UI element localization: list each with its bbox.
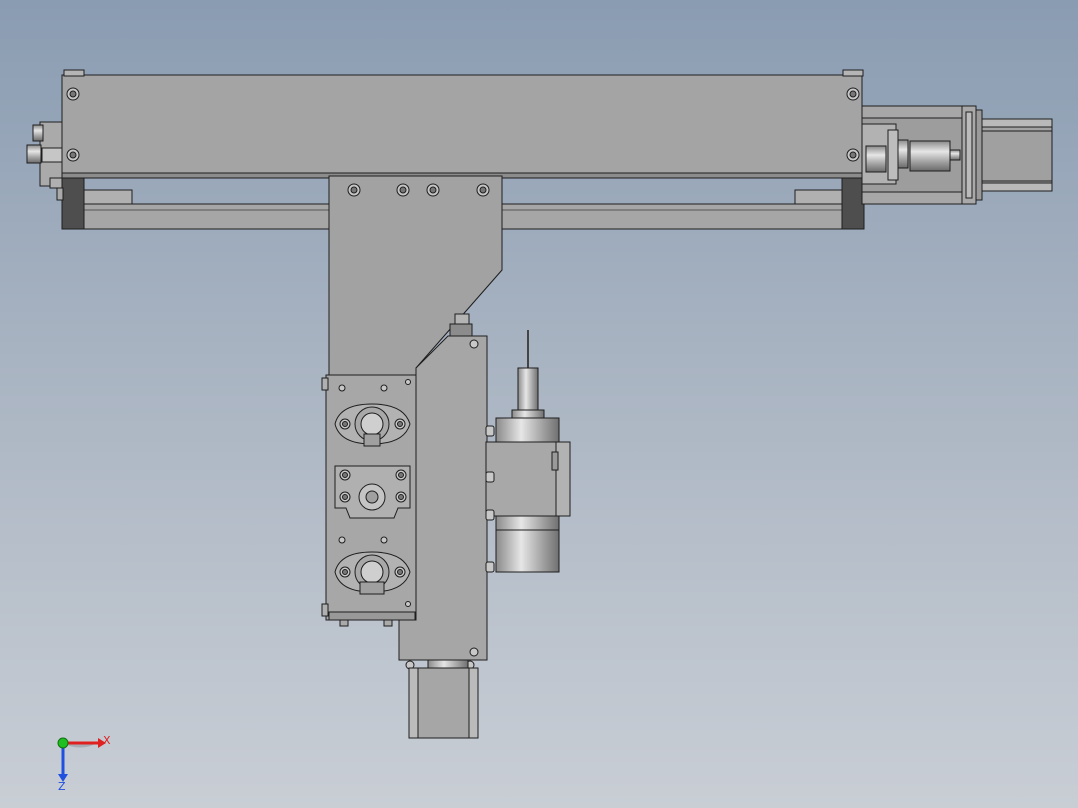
spindle-head <box>485 330 571 573</box>
x-axis-motor-assembly <box>861 105 1053 205</box>
servo-motor-z <box>408 667 479 739</box>
beam-flange-left <box>63 69 85 77</box>
shaft-coupling <box>909 140 951 172</box>
left-end-bearing-block <box>26 121 64 201</box>
cad-model[interactable]: X Z <box>0 0 1078 808</box>
rail-slider-left <box>83 189 133 205</box>
rail-slider-right <box>794 189 844 205</box>
coordinate-triad: X Z <box>57 734 111 793</box>
bearing-mount-plate <box>321 374 417 627</box>
main-beam <box>61 74 863 176</box>
end-block-left <box>61 174 85 230</box>
spindle-mount-block <box>485 441 557 517</box>
y-axis-dot <box>57 737 69 749</box>
z-axis-motor-assembly <box>408 659 479 739</box>
spindle-housing <box>495 417 560 443</box>
spindle-motor-body <box>495 529 560 573</box>
z-axis-label: Z <box>58 780 66 793</box>
end-block-right <box>841 174 865 230</box>
3d-viewport[interactable]: X Z <box>0 0 1078 808</box>
beam-flange-right <box>842 69 864 77</box>
x-axis-label: X <box>103 734 111 747</box>
tool-collet <box>517 367 539 413</box>
